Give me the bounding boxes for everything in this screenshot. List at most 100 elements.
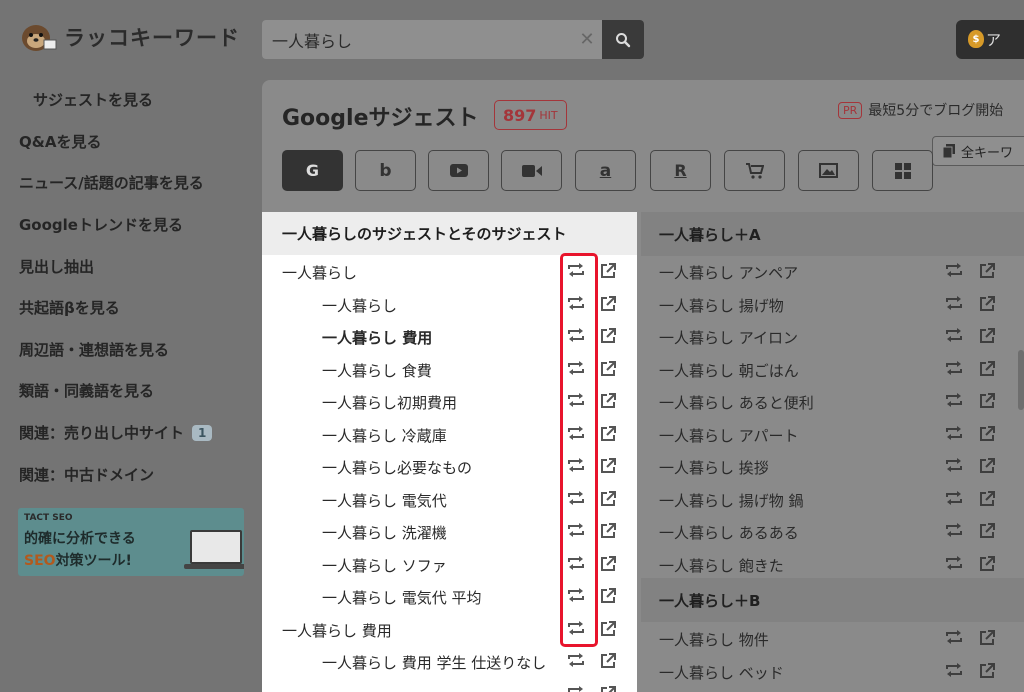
repeat-icon[interactable]: [567, 588, 585, 606]
clear-icon[interactable]: ✕: [572, 29, 602, 50]
external-link-icon[interactable]: [600, 328, 616, 348]
repeat-icon[interactable]: [945, 295, 963, 314]
repeat-icon[interactable]: [945, 458, 963, 476]
list-item[interactable]: 一人暮らし 洗濯機: [262, 516, 637, 548]
engine-image-button[interactable]: [798, 150, 859, 191]
external-link-icon[interactable]: [600, 490, 616, 511]
external-link-icon[interactable]: [979, 555, 995, 576]
engine-google-button[interactable]: G: [282, 150, 343, 191]
repeat-icon[interactable]: [945, 393, 963, 411]
search-button[interactable]: [602, 20, 644, 59]
scrollbar[interactable]: [1018, 350, 1024, 410]
external-link-icon[interactable]: [979, 425, 995, 446]
repeat-icon[interactable]: [945, 555, 963, 574]
list-item[interactable]: 一人暮らし あるある: [641, 516, 1024, 548]
repeat-icon[interactable]: [567, 620, 585, 639]
list-item[interactable]: 一人暮らし: [262, 256, 637, 288]
repeat-icon[interactable]: [567, 523, 585, 541]
repeat-icon[interactable]: [567, 490, 585, 509]
list-item[interactable]: 一人暮らし アイロン: [641, 321, 1024, 353]
ad-banner[interactable]: TACT SEO 的確に分析できる SEO対策ツール!: [18, 508, 244, 576]
external-link-icon[interactable]: [600, 620, 616, 641]
sidebar-item-sites-for-sale[interactable]: 関連：売り出し中サイト 1: [19, 422, 213, 443]
repeat-icon[interactable]: [567, 360, 585, 379]
list-item[interactable]: 一人暮らし 冷蔵庫: [262, 419, 637, 451]
external-link-icon[interactable]: [600, 360, 616, 381]
list-item[interactable]: 一人暮らし初期費用: [262, 386, 637, 418]
external-link-icon[interactable]: [600, 393, 616, 413]
copy-all-button[interactable]: 全キーワ: [932, 136, 1024, 166]
repeat-icon[interactable]: [945, 523, 963, 541]
external-link-icon[interactable]: [979, 263, 995, 283]
engine-shopping-button[interactable]: [724, 150, 785, 191]
list-item[interactable]: 一人暮らし 電気代 平均: [262, 581, 637, 613]
repeat-icon[interactable]: [945, 328, 963, 346]
external-link-icon[interactable]: [600, 588, 616, 608]
external-link-icon[interactable]: [979, 490, 995, 511]
repeat-icon[interactable]: [567, 685, 585, 692]
repeat-icon[interactable]: [945, 662, 963, 681]
sidebar-item-headings[interactable]: 見出し抽出: [19, 256, 94, 277]
repeat-icon[interactable]: [567, 653, 585, 671]
sidebar-item-suggest[interactable]: サジェストを見る: [33, 89, 153, 110]
list-item[interactable]: 一人暮らし必要なもの: [262, 451, 637, 483]
list-item[interactable]: 一人暮らし 揚げ物 鍋: [641, 484, 1024, 516]
list-item[interactable]: 一人暮らし 費用 学生 仕送りなし: [262, 646, 637, 678]
sidebar-item-qa[interactable]: Q&Aを見る: [19, 131, 101, 152]
repeat-icon[interactable]: [945, 263, 963, 281]
repeat-icon[interactable]: [567, 328, 585, 346]
list-item[interactable]: [262, 679, 637, 692]
sidebar-item-related-words[interactable]: 周辺語・連想語を見る: [19, 339, 169, 360]
list-item[interactable]: 一人暮らし アンペア: [641, 256, 1024, 288]
external-link-icon[interactable]: [979, 295, 995, 316]
external-link-icon[interactable]: [600, 295, 616, 316]
sidebar-item-trends[interactable]: Googleトレンドを見る: [19, 214, 183, 235]
list-item[interactable]: 一人暮らし 費用: [262, 321, 637, 353]
repeat-icon[interactable]: [567, 458, 585, 476]
external-link-icon[interactable]: [600, 685, 616, 692]
search-input[interactable]: [262, 20, 572, 59]
external-link-icon[interactable]: [600, 523, 616, 543]
external-link-icon[interactable]: [600, 458, 616, 478]
sidebar-item-news[interactable]: ニュース/話題の記事を見る: [19, 172, 204, 193]
engine-amazon-button[interactable]: a: [575, 150, 636, 191]
repeat-icon[interactable]: [945, 425, 963, 444]
list-item[interactable]: 一人暮らし 揚げ物: [641, 289, 1024, 321]
engine-rakuten-button[interactable]: R: [650, 150, 711, 191]
external-link-icon[interactable]: [979, 458, 995, 478]
repeat-icon[interactable]: [945, 360, 963, 379]
external-link-icon[interactable]: [979, 393, 995, 413]
list-item[interactable]: 一人暮らし 飽きた: [641, 549, 1024, 581]
repeat-icon[interactable]: [567, 555, 585, 574]
account-button[interactable]: $ ア: [956, 20, 1024, 59]
sidebar-item-cooccurrence[interactable]: 共起語βを見る: [19, 297, 120, 318]
list-item[interactable]: 一人暮らし: [262, 289, 637, 321]
external-link-icon[interactable]: [600, 425, 616, 446]
list-item[interactable]: 一人暮らし 朝ごはん: [641, 354, 1024, 386]
list-item[interactable]: 一人暮らし 物件: [641, 623, 1024, 655]
external-link-icon[interactable]: [600, 653, 616, 673]
list-item[interactable]: 一人暮らし 食費: [262, 354, 637, 386]
sidebar-item-used-domains[interactable]: 関連：中古ドメイン: [19, 464, 154, 485]
external-link-icon[interactable]: [979, 328, 995, 348]
external-link-icon[interactable]: [600, 555, 616, 576]
external-link-icon[interactable]: [979, 662, 995, 683]
list-item[interactable]: 一人暮らし 電気代: [262, 484, 637, 516]
engine-youtube-button[interactable]: [428, 150, 489, 191]
external-link-icon[interactable]: [979, 523, 995, 543]
repeat-icon[interactable]: [945, 490, 963, 509]
repeat-icon[interactable]: [567, 263, 585, 281]
engine-video-button[interactable]: [501, 150, 562, 191]
engine-bing-button[interactable]: b: [355, 150, 416, 191]
pr-link[interactable]: PR 最短5分でブログ開始: [838, 100, 1003, 120]
logo[interactable]: ラッコキーワード: [16, 18, 240, 56]
list-item[interactable]: 一人暮らし ベッド: [641, 656, 1024, 688]
repeat-icon[interactable]: [945, 630, 963, 648]
repeat-icon[interactable]: [567, 425, 585, 444]
repeat-icon[interactable]: [567, 295, 585, 314]
list-item[interactable]: 一人暮らし あると便利: [641, 386, 1024, 418]
list-item[interactable]: 一人暮らし アパート: [641, 419, 1024, 451]
external-link-icon[interactable]: [979, 630, 995, 650]
sidebar-item-synonyms[interactable]: 類語・同義語を見る: [19, 380, 154, 401]
external-link-icon[interactable]: [979, 360, 995, 381]
